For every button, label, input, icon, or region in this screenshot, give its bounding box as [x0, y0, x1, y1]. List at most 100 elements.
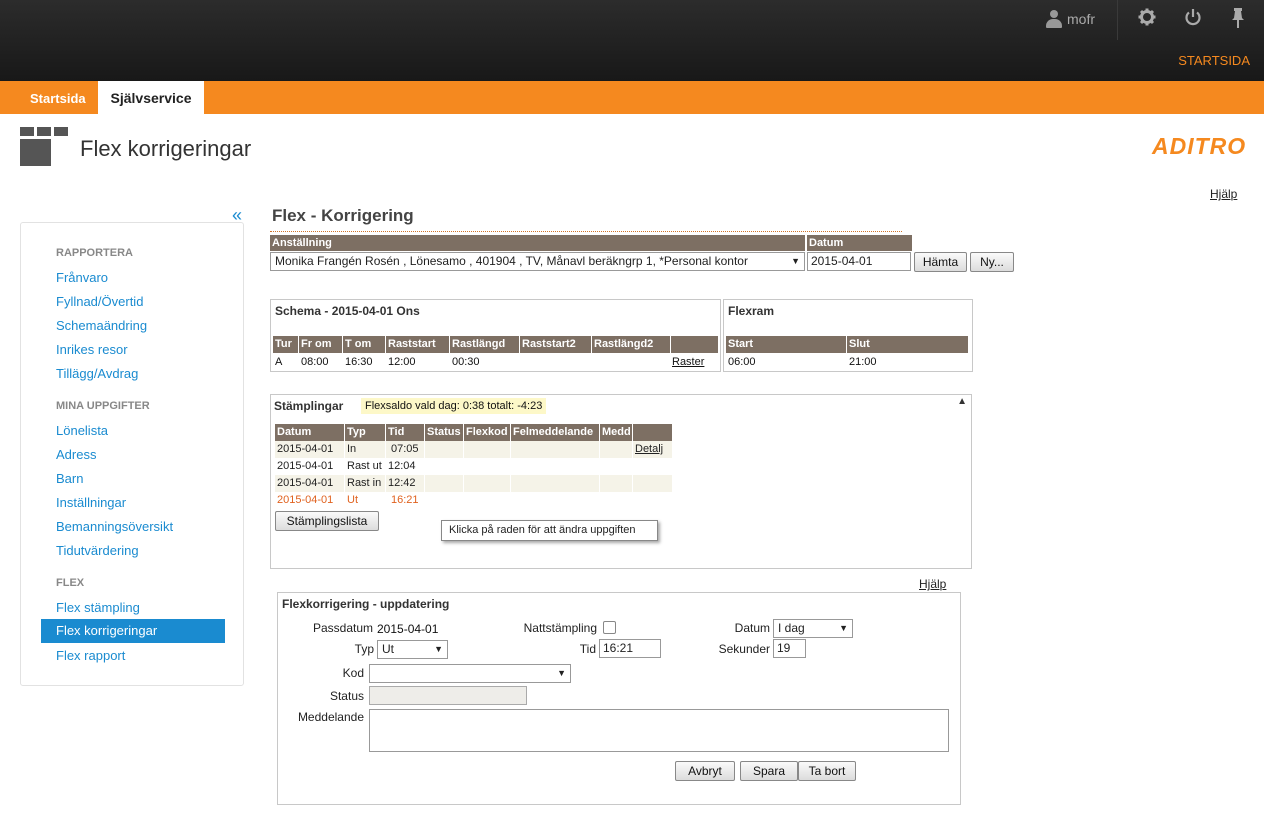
page-title: Flex korrigeringar: [80, 136, 252, 161]
chevron-down-icon: ▼: [791, 256, 800, 266]
flexkorrigering-panel: Flexkorrigering - uppdatering Passdatum …: [277, 592, 961, 805]
column-header: Rastlängd: [450, 336, 520, 353]
status-input: [369, 686, 527, 705]
flexram-title: Flexram: [728, 304, 775, 318]
sidebar-item-schemaandring[interactable]: Schemaändring: [56, 318, 147, 333]
hamta-button[interactable]: Hämta: [914, 252, 967, 272]
table-row[interactable]: 2015-04-01 Rast in 12:42: [275, 475, 673, 492]
sidebar-item-flex-korrigeringar[interactable]: Flex korrigeringar: [41, 619, 225, 643]
tab-startsida[interactable]: Startsida: [20, 81, 96, 114]
nattstampling-checkbox[interactable]: [603, 621, 616, 634]
column-header: Tur: [273, 336, 299, 353]
sidebar-item-tillagg[interactable]: Tillägg/Avdrag: [56, 366, 138, 381]
table-cell: 16:30: [345, 356, 373, 368]
sidebar-item-inrikes-resor[interactable]: Inrikes resor: [56, 342, 128, 357]
table-row-selected[interactable]: 2015-04-01 Ut 16:21: [275, 492, 673, 509]
sidebar-item-barn[interactable]: Barn: [56, 471, 83, 486]
column-header: Datum: [275, 424, 345, 441]
table-cell: 2015-04-01: [275, 492, 345, 509]
column-header: T om: [343, 336, 386, 353]
power-icon[interactable]: [1184, 8, 1202, 28]
update-title: Flexkorrigering - uppdatering: [282, 597, 450, 611]
column-header: Raststart2: [520, 336, 592, 353]
table-cell: [511, 441, 600, 458]
stamplingar-panel: Stämplingar Flexsaldo vald dag: 0:38 tot…: [270, 394, 972, 569]
table-cell: In: [345, 441, 386, 458]
status-label: Status: [329, 689, 364, 703]
raster-link[interactable]: Raster: [672, 356, 704, 368]
column-header: Slut: [847, 336, 969, 353]
avbryt-button[interactable]: Avbryt: [675, 761, 735, 781]
column-header: Flexkod: [464, 424, 511, 441]
sekunder-input[interactable]: 19: [773, 639, 806, 658]
datum-header: Datum: [807, 235, 912, 251]
column-header: Raststart: [386, 336, 450, 353]
meddelande-textarea[interactable]: [369, 709, 949, 752]
column-header: [633, 424, 673, 441]
table-cell: A: [275, 356, 283, 368]
sidebar-item-flex-stampling[interactable]: Flex stämpling: [56, 600, 140, 615]
column-header: Medd: [600, 424, 633, 441]
tooltip: Klicka på raden för att ändra uppgiften: [441, 520, 658, 541]
table-cell: 00:30: [452, 356, 480, 368]
divider: [270, 231, 902, 232]
passdatum-label: Passdatum: [312, 621, 373, 635]
sidebar-item-tidutvardering[interactable]: Tidutvärdering: [56, 543, 139, 558]
sidebar-item-lonelista[interactable]: Lönelista: [56, 423, 108, 438]
table-row[interactable]: 2015-04-01 Rast ut 12:04: [275, 458, 673, 475]
datum-select[interactable]: I dag ▼: [773, 619, 853, 638]
spara-button[interactable]: Spara: [740, 761, 798, 781]
column-header: [671, 336, 719, 353]
datum-select-value: I dag: [778, 621, 805, 635]
typ-select[interactable]: Ut ▼: [377, 640, 448, 659]
help-link[interactable]: Hjälp: [919, 577, 946, 591]
collapse-up-icon[interactable]: ▲: [957, 396, 967, 407]
gear-icon[interactable]: [1138, 8, 1156, 28]
tid-input[interactable]: 16:21: [599, 639, 661, 658]
sidebar-item-fyllnad[interactable]: Fyllnad/Övertid: [56, 294, 143, 309]
passdatum-value: 2015-04-01: [377, 622, 439, 636]
sidebar-item-adress[interactable]: Adress: [56, 447, 96, 462]
anstallning-select[interactable]: Monika Frangén Rosén , Lönesamo , 401904…: [270, 252, 805, 271]
pin-icon[interactable]: [1229, 8, 1247, 28]
table-cell: 07:05: [386, 441, 425, 458]
table-row[interactable]: 2015-04-01 In 07:05 Detalj: [275, 441, 673, 458]
nattstampling-label: Nattstämpling: [523, 621, 597, 635]
startsida-link[interactable]: STARTSIDA: [1178, 53, 1250, 68]
datum-input[interactable]: 2015-04-01: [807, 252, 911, 271]
detalj-link[interactable]: Detalj: [633, 441, 673, 458]
table-cell: [633, 475, 673, 492]
sidebar-item-flex-rapport[interactable]: Flex rapport: [56, 648, 125, 663]
schema-title: Schema - 2015-04-01 Ons: [275, 304, 420, 318]
sidebar-item-bemanningsoversikt[interactable]: Bemanningsöversikt: [56, 519, 173, 534]
table-cell: 2015-04-01: [275, 458, 345, 475]
schema-panel: Schema - 2015-04-01 Ons Tur Fr om T om R…: [270, 299, 721, 372]
table-cell: [464, 441, 511, 458]
flexram-panel: Flexram Start Slut 06:00 21:00: [723, 299, 973, 372]
stamplingar-title: Stämplingar: [274, 399, 344, 413]
table-cell: 21:00: [849, 356, 877, 368]
sidebar-heading: MINA UPPGIFTER: [56, 400, 150, 412]
table-cell: [511, 475, 600, 492]
sidebar-item-installningar[interactable]: Inställningar: [56, 495, 126, 510]
meddelande-label: Meddelande: [297, 710, 364, 724]
column-header: Status: [425, 424, 464, 441]
ta-bort-button[interactable]: Ta bort: [798, 761, 856, 781]
ny-button[interactable]: Ny...: [970, 252, 1014, 272]
flexsaldo-text: Flexsaldo vald dag: 0:38 totalt: -4:23: [361, 398, 547, 414]
sidebar: RAPPORTERA Frånvaro Fyllnad/Övertid Sche…: [20, 222, 244, 686]
help-link[interactable]: Hjälp: [1210, 187, 1237, 201]
tab-sjalvservice[interactable]: Självservice: [98, 81, 204, 114]
chevron-down-icon: ▼: [557, 668, 566, 678]
username: mofr: [1067, 11, 1095, 27]
stamplingslista-button[interactable]: Stämplingslista: [275, 511, 379, 531]
table-cell: 16:21: [386, 492, 425, 509]
table-cell: Rast in: [345, 475, 386, 492]
sidebar-item-franvaro[interactable]: Frånvaro: [56, 270, 108, 285]
kod-label: Kod: [342, 666, 364, 680]
app-logo-icon: [20, 127, 68, 167]
kod-select[interactable]: ▼: [369, 664, 571, 683]
table-cell: 12:00: [388, 356, 416, 368]
user-menu[interactable]: mofr: [1046, 10, 1095, 28]
chevron-down-icon: ▼: [434, 644, 443, 654]
